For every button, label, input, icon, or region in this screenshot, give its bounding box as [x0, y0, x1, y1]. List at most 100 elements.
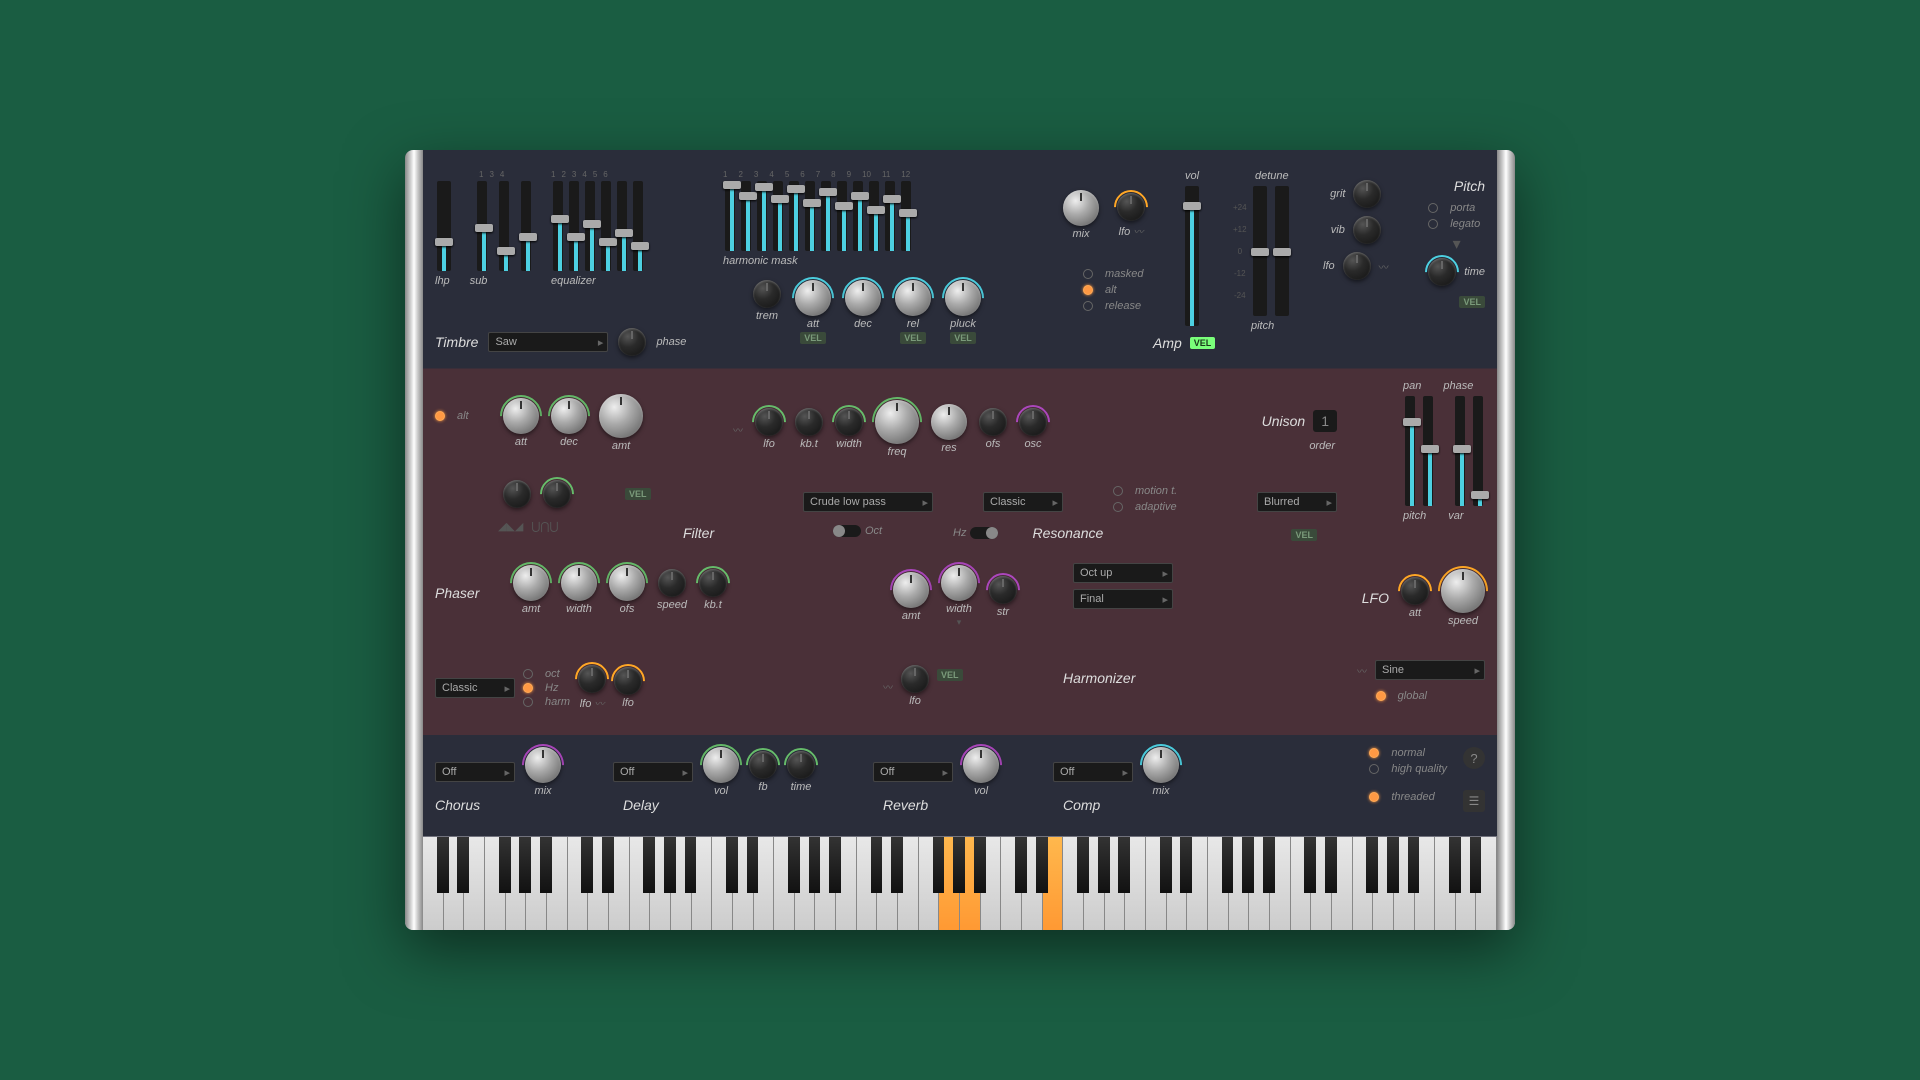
white-key[interactable]	[774, 837, 795, 930]
piano-keyboard[interactable]	[423, 837, 1497, 930]
reverb-preset-dropdown[interactable]: Off	[873, 762, 953, 782]
chorus-mix-knob[interactable]	[525, 747, 561, 783]
lfo-speed-knob[interactable]	[1441, 569, 1485, 613]
unison-pan-slider-1[interactable]	[1405, 396, 1415, 506]
phaser-width-knob[interactable]	[561, 565, 597, 601]
black-key[interactable]	[685, 837, 697, 893]
filter-osc-knob[interactable]	[1019, 408, 1047, 436]
white-key[interactable]	[1063, 837, 1084, 930]
white-key[interactable]	[1291, 837, 1312, 930]
detune-slider-1[interactable]	[1253, 186, 1267, 316]
black-key[interactable]	[953, 837, 965, 893]
white-key[interactable]	[1146, 837, 1167, 930]
harm-vel-badge[interactable]: VEL	[937, 669, 963, 681]
eq-slider-3[interactable]	[585, 181, 595, 271]
unison-preset-dropdown[interactable]: Blurred	[1257, 492, 1337, 512]
filter-alt-radio[interactable]	[435, 411, 445, 421]
eq-slider-1[interactable]	[553, 181, 563, 271]
harm-str-knob[interactable]	[989, 576, 1017, 604]
legato-radio[interactable]	[1428, 219, 1438, 229]
black-key[interactable]	[581, 837, 593, 893]
mix-knob[interactable]	[1063, 190, 1099, 226]
filter-width-knob[interactable]	[835, 408, 863, 436]
att-vel-badge[interactable]: VEL	[800, 332, 826, 344]
filter-kbt-knob[interactable]	[795, 408, 823, 436]
eq-slider-5[interactable]	[617, 181, 627, 271]
black-key[interactable]	[1449, 837, 1461, 893]
quality-normal-radio[interactable]	[1369, 748, 1379, 758]
harm-amt-knob[interactable]	[893, 572, 929, 608]
delay-vol-knob[interactable]	[703, 747, 739, 783]
sub-slider-1[interactable]	[477, 181, 487, 271]
harm-slider-3[interactable]	[757, 181, 767, 251]
delay-preset-dropdown[interactable]: Off	[613, 762, 693, 782]
filter-att-knob[interactable]	[503, 398, 539, 434]
timbre-preset-dropdown[interactable]: Saw	[488, 332, 608, 352]
black-key[interactable]	[519, 837, 531, 893]
filter-res-knob[interactable]	[931, 404, 967, 440]
filter-freq-knob[interactable]	[875, 400, 919, 444]
env-shape-icon-2[interactable]: ⋃⋂⋃	[531, 520, 558, 533]
harm-slider-4[interactable]	[773, 181, 783, 251]
harm-slider-2[interactable]	[741, 181, 751, 251]
black-key[interactable]	[1118, 837, 1130, 893]
porta-radio[interactable]	[1428, 203, 1438, 213]
white-key[interactable]	[1208, 837, 1229, 930]
unison-phase-slider-2[interactable]	[1473, 396, 1483, 506]
rel-knob[interactable]	[895, 280, 931, 316]
harm-lfo-knob[interactable]	[1117, 193, 1145, 221]
black-key[interactable]	[974, 837, 986, 893]
black-key[interactable]	[499, 837, 511, 893]
phaser-lfo-knob-2[interactable]	[614, 667, 642, 695]
harm-slider-1[interactable]	[725, 181, 735, 251]
black-key[interactable]	[726, 837, 738, 893]
phaser-ofs-knob[interactable]	[609, 565, 645, 601]
pluck-vel-badge[interactable]: VEL	[950, 332, 976, 344]
black-key[interactable]	[1036, 837, 1048, 893]
harm-width-knob[interactable]	[941, 565, 977, 601]
time-knob[interactable]	[1428, 258, 1456, 286]
masked-radio[interactable]	[1083, 269, 1093, 279]
white-key[interactable]	[1435, 837, 1456, 930]
black-key[interactable]	[1325, 837, 1337, 893]
att-knob[interactable]	[795, 280, 831, 316]
filter-hz-toggle[interactable]	[970, 527, 998, 539]
black-key[interactable]	[643, 837, 655, 893]
threaded-radio[interactable]	[1369, 792, 1379, 802]
black-key[interactable]	[1077, 837, 1089, 893]
filter-env-knob-1[interactable]	[503, 480, 531, 508]
black-key[interactable]	[457, 837, 469, 893]
black-key[interactable]	[1408, 837, 1420, 893]
env-shape-icon-1[interactable]: ◢◣◢	[498, 520, 523, 533]
phaser-lfo-knob-1[interactable]	[578, 665, 606, 693]
trem-knob[interactable]	[753, 280, 781, 308]
filter-ofs-knob[interactable]	[979, 408, 1007, 436]
comp-mix-knob[interactable]	[1143, 747, 1179, 783]
harm-slider-10[interactable]	[869, 181, 879, 251]
filter-vel-badge[interactable]: VEL	[625, 488, 651, 500]
harm-slider-6[interactable]	[805, 181, 815, 251]
black-key[interactable]	[437, 837, 449, 893]
reverb-vol-knob[interactable]	[963, 747, 999, 783]
unison-pan-slider-2[interactable]	[1423, 396, 1433, 506]
black-key[interactable]	[933, 837, 945, 893]
chorus-preset-dropdown[interactable]: Off	[435, 762, 515, 782]
white-key[interactable]	[712, 837, 733, 930]
black-key[interactable]	[871, 837, 883, 893]
black-key[interactable]	[1180, 837, 1192, 893]
harm-slider-7[interactable]	[821, 181, 831, 251]
delay-time-knob[interactable]	[787, 751, 815, 779]
filter-amt-knob[interactable]	[599, 394, 643, 438]
eq-slider-4[interactable]	[601, 181, 611, 271]
harm-slider-9[interactable]	[853, 181, 863, 251]
white-key[interactable]	[423, 837, 444, 930]
harm-slider-8[interactable]	[837, 181, 847, 251]
detune-slider-2[interactable]	[1275, 186, 1289, 316]
phaser-amt-knob[interactable]	[513, 565, 549, 601]
filter-type-dropdown[interactable]: Crude low pass	[803, 492, 933, 512]
black-key[interactable]	[1387, 837, 1399, 893]
grit-knob[interactable]	[1353, 180, 1381, 208]
harm-lfo-knob[interactable]	[901, 665, 929, 693]
phaser-oct-radio[interactable]	[523, 669, 533, 679]
dec-knob[interactable]	[845, 280, 881, 316]
